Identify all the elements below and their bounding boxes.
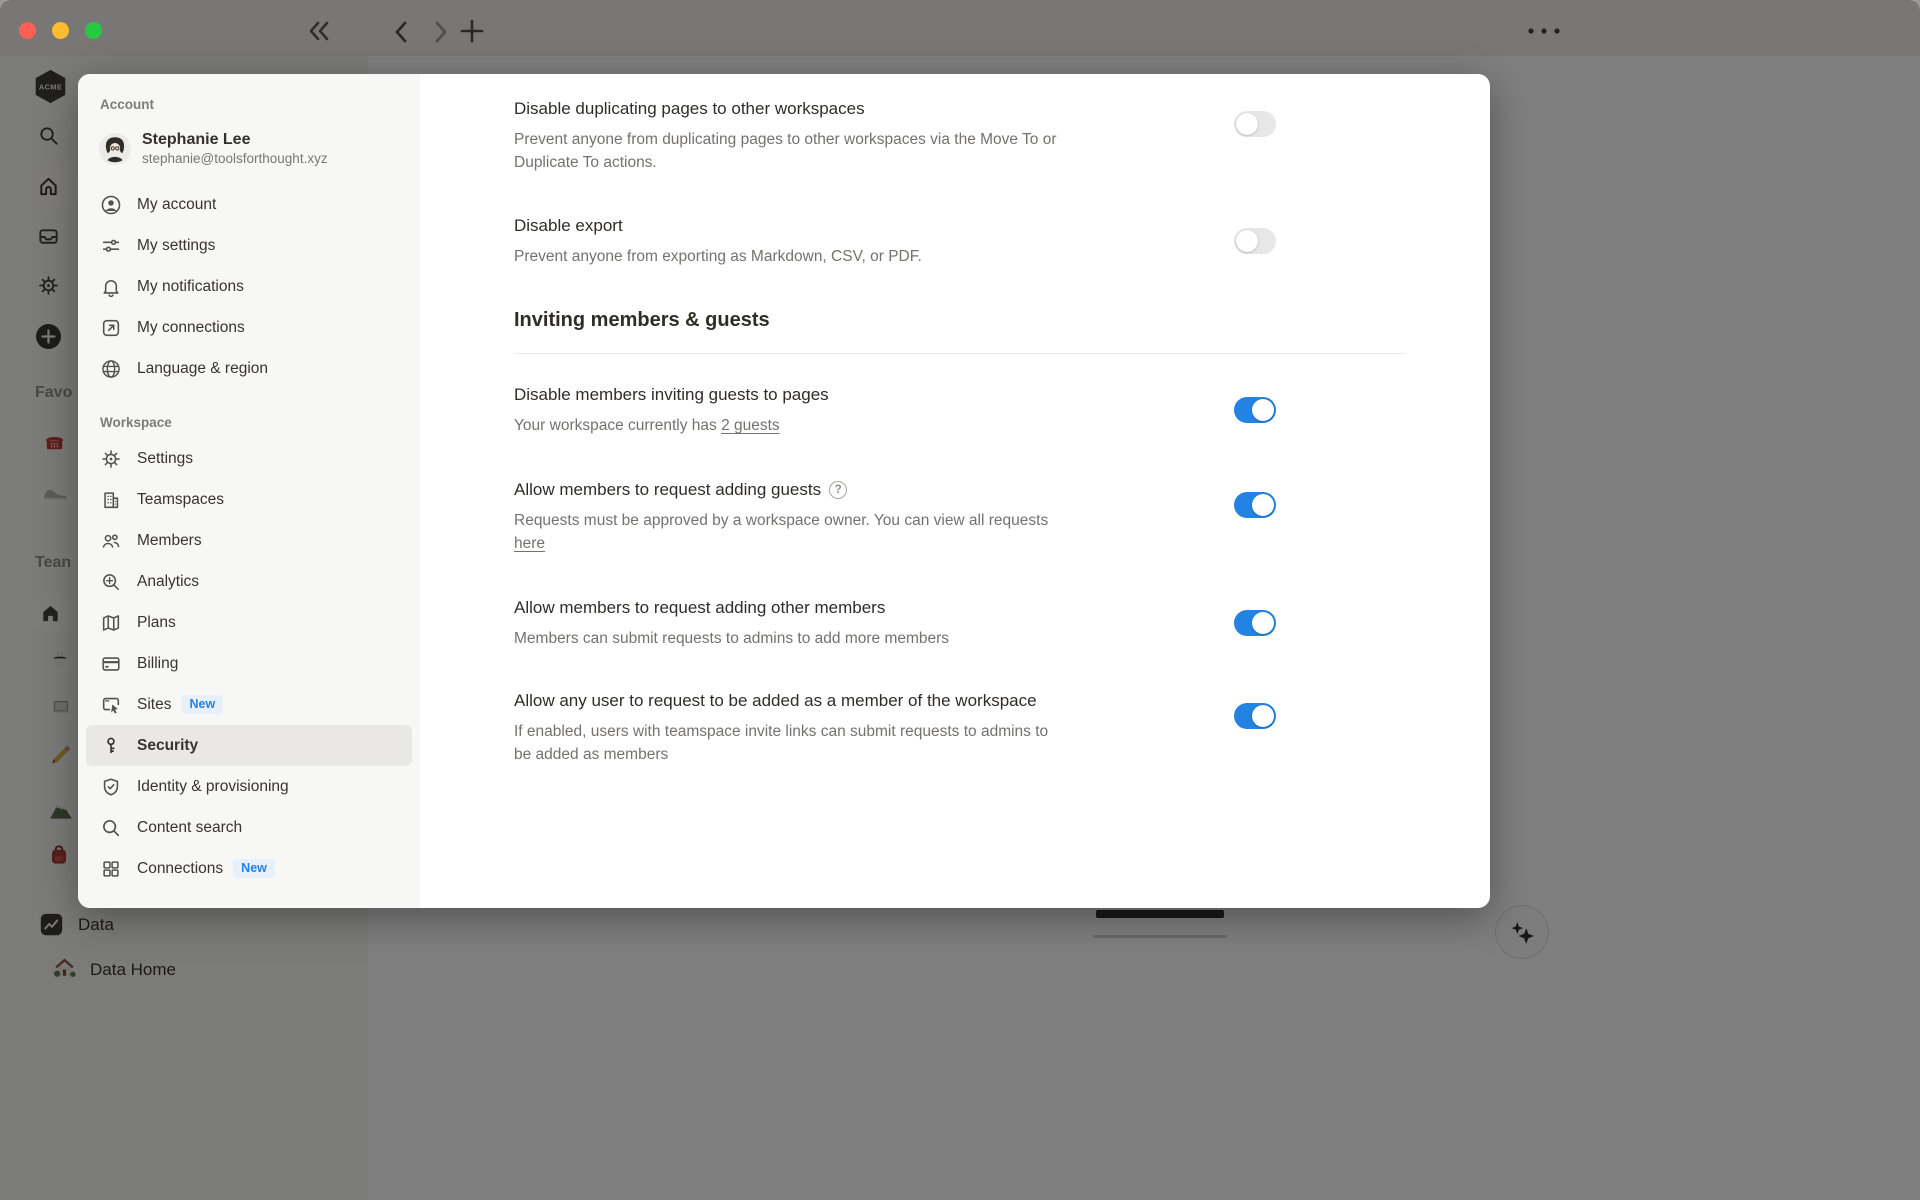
sidebar-item-analytics[interactable]: Analytics: [86, 561, 412, 602]
section-heading-inviting: Inviting members & guests: [514, 306, 1405, 334]
new-badge: New: [233, 859, 275, 878]
sidebar-item-my-connections[interactable]: My connections: [86, 307, 412, 348]
sidebar-item-content-search[interactable]: Content search: [86, 807, 412, 848]
sidebar-item-label: My account: [137, 196, 216, 214]
sidebar-item-label: Connections: [137, 860, 223, 878]
sidebar-item-label: Teamspaces: [137, 491, 224, 509]
setting-title: Disable duplicating pages to other works…: [514, 97, 1194, 121]
sidebar-item-label: My connections: [137, 319, 245, 337]
sidebar-item-label: My notifications: [137, 278, 244, 296]
arrow-up-right-box-icon: [100, 317, 122, 339]
sidebar-item-my-account[interactable]: My account: [86, 184, 412, 225]
setting-title: Disable export: [514, 214, 1194, 238]
user-email: stephanie@toolsforthought.xyz: [142, 150, 328, 168]
setting-title: Disable members inviting guests to pages: [514, 383, 1194, 407]
setting-row-any-user-request: Allow any user to request to be added as…: [514, 689, 1405, 766]
setting-row-disable-duplicating: Disable duplicating pages to other works…: [514, 97, 1405, 174]
avatar: [100, 134, 130, 164]
sidebar-item-label: Identity & provisioning: [137, 778, 289, 796]
setting-description: Requests must be approved by a workspace…: [514, 509, 1194, 555]
screen: ACME Favo Tean: [0, 0, 1920, 1200]
sidebar-item-sites[interactable]: Sites New: [86, 684, 412, 725]
map-icon: [100, 612, 122, 634]
section-divider: [514, 353, 1405, 354]
grid-icon: [100, 858, 122, 880]
workspace-section-label: Workspace: [100, 415, 420, 430]
sidebar-item-label: Billing: [137, 655, 178, 673]
toggle-disable-guest-invites[interactable]: [1234, 397, 1276, 423]
sidebar-item-security[interactable]: Security: [86, 725, 412, 766]
sidebar-item-connections[interactable]: Connections New: [86, 848, 412, 889]
user-profile-row[interactable]: Stephanie Lee stephanie@toolsforthought.…: [100, 124, 412, 174]
zoom-window-button[interactable]: [85, 22, 102, 39]
sidebar-item-label: Members: [137, 532, 202, 550]
chart-search-icon: [100, 571, 122, 593]
sidebar-item-language-region[interactable]: Language & region: [86, 348, 412, 389]
traffic-lights: [19, 22, 102, 39]
sidebar-item-label: Security: [137, 737, 198, 755]
sidebar-item-teamspaces[interactable]: Teamspaces: [86, 479, 412, 520]
setting-row-disable-guest-invites: Disable members inviting guests to pages…: [514, 383, 1405, 437]
setting-title: Allow any user to request to be added as…: [514, 689, 1194, 713]
toggle-any-user-request[interactable]: [1234, 703, 1276, 729]
setting-description: Prevent anyone from exporting as Markdow…: [514, 245, 1194, 268]
key-icon: [100, 735, 122, 757]
globe-icon: [100, 358, 122, 380]
setting-row-disable-export: Disable export Prevent anyone from expor…: [514, 214, 1405, 268]
toggle-request-members[interactable]: [1234, 610, 1276, 636]
sidebar-item-members[interactable]: Members: [86, 520, 412, 561]
setting-title: Allow members to request adding guests?: [514, 478, 1194, 502]
guests-count-link[interactable]: 2 guests: [721, 417, 780, 434]
sidebar-item-identity-provisioning[interactable]: Identity & provisioning: [86, 766, 412, 807]
settings-sidebar: Account Stephanie Lee stephanie@toolsfor…: [78, 74, 420, 908]
toggle-disable-duplicating[interactable]: [1234, 111, 1276, 137]
person-circle-icon: [100, 194, 122, 216]
setting-description: Prevent anyone from duplicating pages to…: [514, 128, 1194, 174]
sidebar-item-plans[interactable]: Plans: [86, 602, 412, 643]
sidebar-item-label: Sites: [137, 696, 171, 714]
minimize-window-button[interactable]: [52, 22, 69, 39]
setting-description: If enabled, users with teamspace invite …: [514, 720, 1194, 766]
setting-row-request-guests: Allow members to request adding guests? …: [514, 478, 1405, 555]
view-requests-link[interactable]: here: [514, 535, 545, 552]
sidebar-item-label: My settings: [137, 237, 215, 255]
people-icon: [100, 530, 122, 552]
sidebar-item-label: Plans: [137, 614, 176, 632]
toggle-request-guests[interactable]: [1234, 492, 1276, 518]
sidebar-item-settings[interactable]: Settings: [86, 438, 412, 479]
close-window-button[interactable]: [19, 22, 36, 39]
help-icon[interactable]: ?: [829, 481, 847, 499]
settings-modal: Account Stephanie Lee stephanie@toolsfor…: [78, 74, 1490, 908]
setting-description: Your workspace currently has 2 guests: [514, 414, 1194, 437]
sliders-icon: [100, 235, 122, 257]
shield-check-icon: [100, 776, 122, 798]
account-section-label: Account: [100, 97, 420, 112]
sidebar-item-label: Content search: [137, 819, 242, 837]
user-name: Stephanie Lee: [142, 130, 328, 150]
setting-row-request-members: Allow members to request adding other me…: [514, 596, 1405, 650]
search-icon: [100, 817, 122, 839]
setting-title: Allow members to request adding other me…: [514, 596, 1194, 620]
sidebar-item-label: Settings: [137, 450, 193, 468]
building-icon: [100, 489, 122, 511]
sidebar-item-label: Analytics: [137, 573, 199, 591]
credit-card-icon: [100, 653, 122, 675]
sidebar-item-my-notifications[interactable]: My notifications: [86, 266, 412, 307]
setting-description: Members can submit requests to admins to…: [514, 627, 1194, 650]
toggle-disable-export[interactable]: [1234, 228, 1276, 254]
security-settings-panel: Disable duplicating pages to other works…: [420, 74, 1490, 908]
sidebar-item-billing[interactable]: Billing: [86, 643, 412, 684]
sidebar-item-label: Language & region: [137, 360, 268, 378]
bell-icon: [100, 276, 122, 298]
sidebar-item-my-settings[interactable]: My settings: [86, 225, 412, 266]
gear-icon: [100, 448, 122, 470]
new-badge: New: [181, 695, 223, 714]
browser-cursor-icon: [100, 694, 122, 716]
